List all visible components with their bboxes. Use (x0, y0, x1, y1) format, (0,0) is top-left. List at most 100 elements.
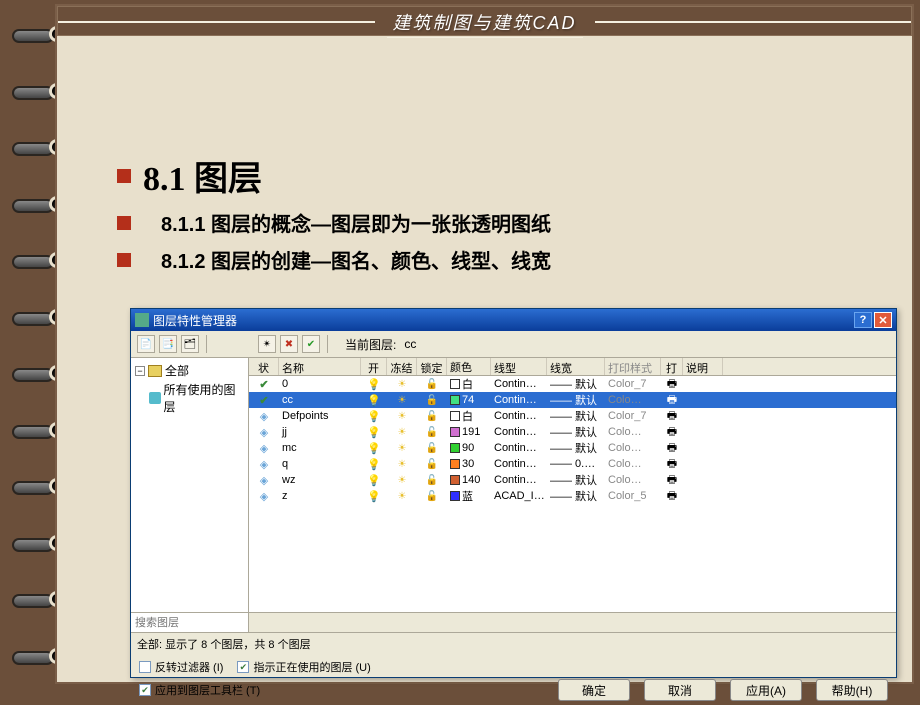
new-layer-icon[interactable]: ✴ (258, 335, 276, 353)
linetype-cell[interactable]: Contin… (491, 378, 547, 390)
lineweight-cell[interactable]: —— 默认 (547, 392, 605, 408)
col-desc[interactable]: 说明 (683, 358, 723, 375)
freeze-cell[interactable]: ☀ (387, 474, 417, 486)
lineweight-cell[interactable]: —— 默认 (547, 376, 605, 392)
layer-row[interactable]: ◈jj💡☀🔓191Contin…—— 默认Colo…🖶 (249, 424, 896, 440)
new-group-icon[interactable]: 📑 (159, 335, 177, 353)
layer-row[interactable]: ◈wz💡☀🔓140Contin…—— 默认Colo…🖶 (249, 472, 896, 488)
on-cell[interactable]: 💡 (361, 442, 387, 455)
col-state[interactable]: 状 (249, 358, 279, 375)
lock-cell[interactable]: 🔓 (417, 410, 447, 422)
on-cell[interactable]: 💡 (361, 378, 387, 391)
grid-header[interactable]: 状 名称 开 冻结 锁定 颜色 线型 线宽 打印样式 打 说明 (249, 358, 896, 376)
on-cell[interactable]: 💡 (361, 426, 387, 439)
col-on[interactable]: 开 (361, 358, 387, 375)
col-lineweight[interactable]: 线宽 (547, 358, 605, 375)
slide-content: 8.1 图层 8.1.1 图层的概念—图层即为一张张透明图纸 8.1.2 图层的… (117, 151, 882, 282)
col-plot[interactable]: 打 (661, 358, 683, 375)
tree-root-all[interactable]: − 全部 (135, 362, 244, 379)
name-cell[interactable]: cc (279, 394, 361, 406)
ok-button[interactable]: 确定 (558, 679, 630, 701)
layer-row[interactable]: ◈q💡☀🔓30Contin…—— 0.…Colo…🖶 (249, 456, 896, 472)
name-cell[interactable]: z (279, 490, 361, 502)
name-cell[interactable]: mc (279, 442, 361, 454)
col-plotstyle[interactable]: 打印样式 (605, 358, 661, 375)
col-lock[interactable]: 锁定 (417, 358, 447, 375)
lock-cell[interactable]: 🔓 (417, 490, 447, 502)
help-button[interactable]: 帮助(H) (816, 679, 888, 701)
linetype-cell[interactable]: Contin… (491, 458, 547, 470)
layer-row[interactable]: ✔cc💡☀🔓74Contin…—— 默认Colo…🖶 (249, 392, 896, 408)
plot-cell[interactable]: 🖶 (661, 487, 683, 506)
dialog-titlebar[interactable]: 图层特性管理器 ? ✕ (131, 309, 896, 331)
layer-row[interactable]: ◈mc💡☀🔓90Contin…—— 默认Colo…🖶 (249, 440, 896, 456)
linetype-cell[interactable]: Contin… (491, 410, 547, 422)
on-cell[interactable]: 💡 (361, 490, 387, 503)
on-cell[interactable]: 💡 (361, 394, 387, 407)
lock-cell[interactable]: 🔓 (417, 378, 447, 390)
linetype-cell[interactable]: Contin… (491, 394, 547, 406)
freeze-cell[interactable]: ☀ (387, 490, 417, 502)
freeze-cell[interactable]: ☀ (387, 410, 417, 422)
color-cell[interactable]: 30 (447, 458, 491, 470)
color-cell[interactable]: 90 (447, 442, 491, 454)
linetype-cell[interactable]: Contin… (491, 426, 547, 438)
lock-cell[interactable]: 🔓 (417, 474, 447, 486)
titlebar-close-button[interactable]: ✕ (874, 312, 892, 328)
lock-cell[interactable]: 🔓 (417, 426, 447, 438)
color-cell[interactable]: 191 (447, 426, 491, 438)
lineweight-cell[interactable]: —— 默认 (547, 440, 605, 456)
color-cell[interactable]: 140 (447, 474, 491, 486)
states-icon[interactable]: 🗂 (181, 335, 199, 353)
color-cell[interactable]: 白 (447, 408, 491, 424)
invert-filter-checkbox[interactable]: 反转过滤器 (I) (139, 659, 223, 675)
new-filter-icon[interactable]: 📄 (137, 335, 155, 353)
lock-cell[interactable]: 🔓 (417, 394, 447, 406)
on-cell[interactable]: 💡 (361, 410, 387, 423)
freeze-cell[interactable]: ☀ (387, 458, 417, 470)
tree-collapse-icon[interactable]: − (135, 366, 145, 376)
apply-toolbar-checkbox[interactable]: ✔ 应用到图层工具栏 (T) (139, 682, 260, 698)
set-current-icon[interactable]: ✔ (302, 335, 320, 353)
bullet-icon (117, 169, 131, 183)
on-cell[interactable]: 💡 (361, 474, 387, 487)
lineweight-cell[interactable]: —— 默认 (547, 424, 605, 440)
name-cell[interactable]: q (279, 458, 361, 470)
lineweight-cell[interactable]: —— 默认 (547, 488, 605, 504)
freeze-cell[interactable]: ☀ (387, 442, 417, 454)
freeze-cell[interactable]: ☀ (387, 426, 417, 438)
lineweight-cell[interactable]: —— 0.… (547, 458, 605, 470)
name-cell[interactable]: jj (279, 426, 361, 438)
titlebar-help-button[interactable]: ? (854, 312, 872, 328)
color-cell[interactable]: 74 (447, 394, 491, 406)
col-name[interactable]: 名称 (279, 358, 361, 375)
tree-child-inuse[interactable]: 所有使用的图层 (149, 381, 244, 415)
delete-layer-icon[interactable]: ✖ (280, 335, 298, 353)
col-color[interactable]: 颜色 (447, 358, 491, 375)
layer-row[interactable]: ✔0💡☀🔓白Contin…—— 默认Color_7🖶 (249, 376, 896, 392)
linetype-cell[interactable]: ACAD_I… (491, 490, 547, 502)
linetype-cell[interactable]: Contin… (491, 442, 547, 454)
on-cell[interactable]: 💡 (361, 458, 387, 471)
lock-cell[interactable]: 🔓 (417, 458, 447, 470)
col-linetype[interactable]: 线型 (491, 358, 547, 375)
search-layer-input[interactable] (131, 613, 249, 632)
color-cell[interactable]: 白 (447, 376, 491, 392)
color-cell[interactable]: 蓝 (447, 488, 491, 504)
freeze-cell[interactable]: ☀ (387, 378, 417, 390)
lock-cell[interactable]: 🔓 (417, 442, 447, 454)
indicate-inuse-checkbox[interactable]: ✔ 指示正在使用的图层 (U) (237, 659, 370, 675)
name-cell[interactable]: wz (279, 474, 361, 486)
apply-button[interactable]: 应用(A) (730, 679, 802, 701)
cancel-button[interactable]: 取消 (644, 679, 716, 701)
linetype-cell[interactable]: Contin… (491, 474, 547, 486)
layer-row[interactable]: ◈z💡☀🔓蓝ACAD_I…—— 默认Color_5🖶 (249, 488, 896, 504)
col-freeze[interactable]: 冻结 (387, 358, 417, 375)
name-cell[interactable]: Defpoints (279, 410, 361, 422)
layer-row[interactable]: ◈Defpoints💡☀🔓白Contin…—— 默认Color_7🖶 (249, 408, 896, 424)
lineweight-cell[interactable]: —— 默认 (547, 408, 605, 424)
freeze-cell[interactable]: ☀ (387, 394, 417, 406)
name-cell[interactable]: 0 (279, 378, 361, 390)
sun-icon: ☀ (398, 459, 407, 470)
lineweight-cell[interactable]: —— 默认 (547, 472, 605, 488)
